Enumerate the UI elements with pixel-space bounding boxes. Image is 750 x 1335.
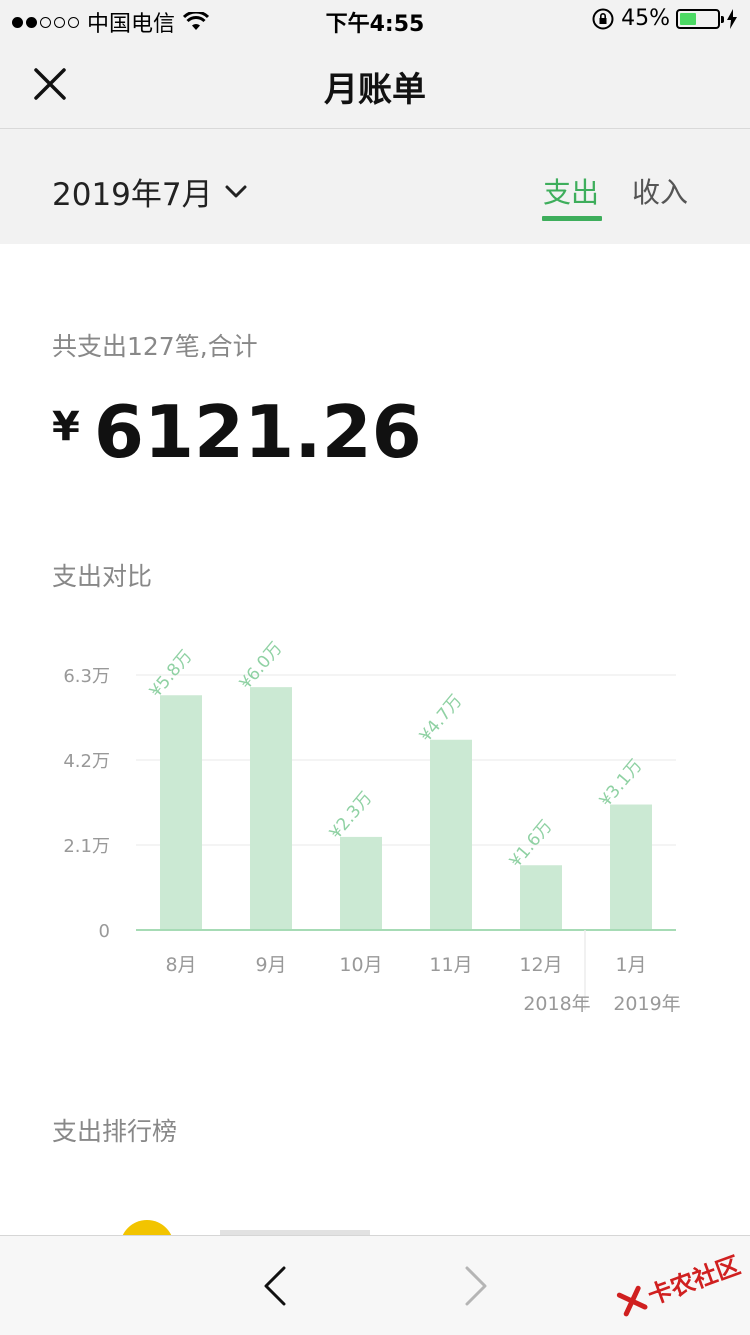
total-amount: ¥ 6121.26 bbox=[52, 390, 422, 474]
y-tick-label: 2.1万 bbox=[63, 836, 110, 857]
bar-value-label: ¥6.0万 bbox=[236, 638, 287, 693]
x-tick-label: 11月 bbox=[429, 954, 472, 976]
tab-income[interactable]: 收入 bbox=[632, 171, 688, 211]
ranking-title: 支出排行榜 bbox=[52, 1117, 178, 1146]
chevron-right-icon[interactable] bbox=[455, 1264, 495, 1308]
x-tick-label: 9月 bbox=[255, 954, 286, 976]
status-right: 45% bbox=[591, 6, 738, 31]
bottom-toolbar: 卡农社区 bbox=[0, 1235, 750, 1335]
x-tick-label: 12月 bbox=[519, 954, 562, 976]
expense-bar-chart: 0 2.1万 4.2万 6.3万 ¥5.8万 8月 ¥6.0万 9月 ¥2.3万 10月 ¥4.7万… bbox=[63, 638, 680, 1015]
y-tick-label: 4.2万 bbox=[63, 751, 110, 772]
watermark-logo-icon bbox=[616, 1285, 648, 1316]
year-label: 2019年 bbox=[613, 993, 680, 1015]
filter-bar: 2019年7月 支出 收入 bbox=[0, 129, 750, 244]
battery-percent: 45% bbox=[621, 6, 670, 31]
bar-value-label: ¥2.3万 bbox=[326, 788, 377, 843]
bar-value-label: ¥1.6万 bbox=[506, 817, 557, 872]
x-tick-label: 1月 bbox=[615, 954, 646, 976]
chevron-down-icon bbox=[225, 185, 247, 197]
battery-icon bbox=[676, 8, 724, 29]
bar-value-label: ¥4.7万 bbox=[416, 691, 467, 746]
year-label: 2018年 bbox=[523, 993, 590, 1015]
chevron-left-icon[interactable] bbox=[256, 1264, 296, 1308]
bar bbox=[340, 836, 382, 930]
watermark-text: 卡农社区 bbox=[644, 1251, 744, 1311]
rotation-lock-icon bbox=[592, 8, 614, 29]
y-tick-label: 6.3万 bbox=[63, 666, 110, 687]
bar bbox=[610, 804, 652, 930]
x-tick-label: 8月 bbox=[165, 954, 196, 976]
status-bar: 中国电信 下午4:55 45% bbox=[0, 0, 750, 40]
bar-value-label: ¥5.8万 bbox=[146, 647, 197, 702]
x-tick-label: 10月 bbox=[339, 954, 382, 976]
bar-value-label: ¥3.1万 bbox=[596, 756, 647, 811]
charging-icon bbox=[727, 8, 737, 29]
tab-expense[interactable]: 支出 bbox=[543, 171, 599, 211]
month-label: 2019年7月 bbox=[52, 177, 213, 213]
nav-bar: 月账单 bbox=[0, 40, 750, 129]
currency-symbol: ¥ bbox=[52, 404, 80, 450]
y-tick-label: 0 bbox=[99, 921, 110, 942]
active-tab-indicator bbox=[542, 216, 602, 221]
bar bbox=[160, 695, 202, 930]
bar bbox=[430, 739, 472, 930]
watermark: 卡农社区 bbox=[614, 1246, 744, 1322]
comparison-title: 支出对比 bbox=[52, 562, 153, 591]
month-selector[interactable]: 2019年7月 bbox=[52, 169, 247, 214]
amount-value: 6121.26 bbox=[93, 390, 422, 474]
battery-level bbox=[680, 12, 697, 25]
bar bbox=[520, 865, 562, 930]
bar bbox=[250, 687, 292, 930]
summary-label: 共支出127笔,合计 bbox=[52, 332, 258, 361]
page-title: 月账单 bbox=[324, 70, 426, 110]
